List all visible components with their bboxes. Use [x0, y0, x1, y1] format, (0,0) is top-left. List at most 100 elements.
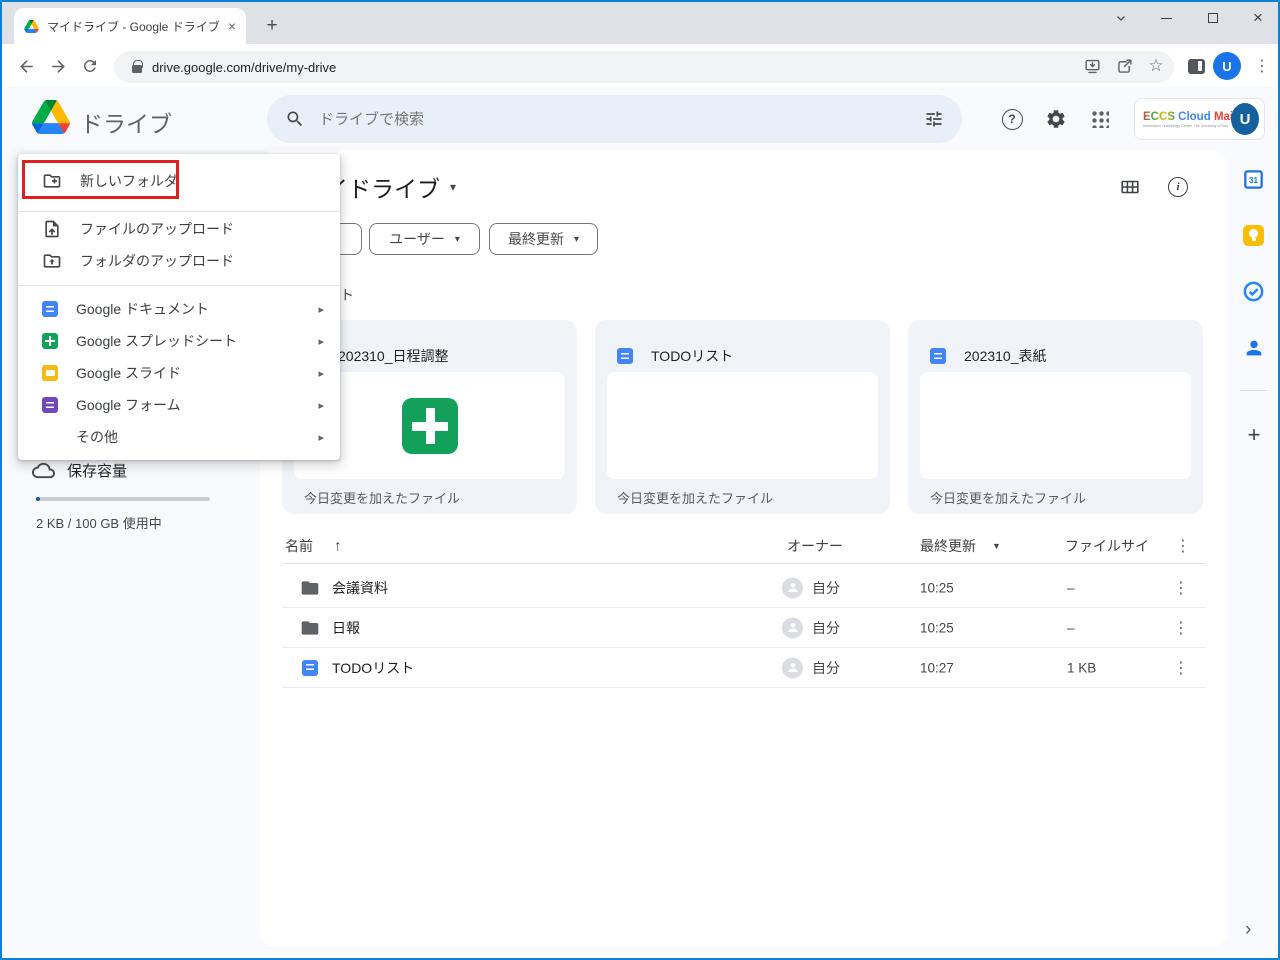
file-size: 1 KB [1067, 660, 1096, 675]
card-caption: 今日変更を加えたファイル [930, 488, 1086, 507]
rail-divider [1240, 390, 1267, 391]
menu-item-google-sheets[interactable]: Google スプレッドシート ▸ [18, 325, 340, 357]
url-text: drive.google.com/drive/my-drive [152, 60, 1162, 75]
file-upload-icon [42, 219, 62, 239]
browser-window: マイドライブ - Google ドライブ × + × drive.google.… [0, 0, 1280, 960]
filter-chip-people[interactable]: ユーザー▾ [369, 223, 480, 255]
card-preview [920, 372, 1191, 479]
file-name: 日報 [332, 618, 360, 638]
column-owner: オーナー [787, 536, 843, 556]
drive-search-bar[interactable] [267, 95, 962, 143]
browser-profile-avatar[interactable]: U [1213, 52, 1241, 80]
owner-name: 自分 [812, 658, 840, 678]
column-size: ファイルサイ [1065, 536, 1149, 556]
google-apps-grid-icon[interactable] [1086, 105, 1114, 133]
collapse-panel-chevron-icon[interactable]: › [1245, 919, 1251, 941]
drive-logo[interactable] [32, 100, 70, 134]
menu-item-file-upload[interactable]: ファイルのアップロード [18, 213, 340, 245]
card-caption: 今日変更を加えたファイル [617, 488, 773, 507]
back-button[interactable] [12, 52, 40, 80]
calendar-icon[interactable]: 31 [1242, 168, 1265, 191]
forward-button[interactable] [44, 52, 72, 80]
file-table-header: 名前 ↑ オーナー 最終更新 ▼ ファイルサイ ⋮ [282, 528, 1205, 564]
docs-file-icon [930, 348, 946, 364]
side-panel-icon[interactable] [1182, 52, 1210, 80]
owner-name: 自分 [812, 618, 840, 638]
account-badge-subtext: Information Technology Center, The Unive… [1143, 124, 1228, 128]
menu-item-google-forms[interactable]: Google フォーム ▸ [18, 389, 340, 421]
keep-icon[interactable] [1242, 224, 1265, 247]
file-card[interactable]: 202310_表紙 今日変更を加えたファイル [908, 320, 1203, 514]
account-avatar[interactable]: U [1231, 103, 1259, 135]
help-icon[interactable]: ? [998, 105, 1026, 133]
window-minimize-button[interactable] [1143, 2, 1189, 34]
tab-search-chevron-icon[interactable] [1098, 2, 1144, 34]
sort-descending-icon: ▼ [992, 541, 1001, 551]
modified-time: 10:25 [920, 580, 954, 595]
submenu-arrow-icon: ▸ [318, 367, 340, 380]
bookmark-star-icon[interactable]: ☆ [1142, 52, 1170, 80]
tab-close-icon[interactable]: × [228, 18, 236, 34]
card-preview [607, 372, 878, 479]
card-title: TODOリスト [651, 346, 733, 366]
card-title: 202310_日程調整 [338, 346, 449, 366]
file-size: – [1067, 580, 1075, 595]
browser-menu-icon[interactable]: ⋮ [1248, 52, 1276, 80]
row-more-icon[interactable]: ⋮ [1173, 618, 1189, 638]
account-badge[interactable]: ECCS Cloud Mail Information Technology C… [1134, 98, 1265, 140]
sort-ascending-icon[interactable]: ↑ [334, 537, 342, 554]
folder-icon [300, 578, 320, 598]
caret-down-icon: ▾ [455, 234, 460, 245]
folder-icon [300, 618, 320, 638]
storage-progress-bar [36, 497, 210, 501]
card-title: 202310_表紙 [964, 346, 1047, 366]
menu-item-more[interactable]: その他 ▸ [18, 421, 340, 453]
browser-tab-bar: マイドライブ - Google ドライブ × + × [2, 2, 1278, 44]
storage-usage-text: 2 KB / 100 GB 使用中 [36, 513, 162, 532]
file-card[interactable]: TODOリスト 今日変更を加えたファイル [595, 320, 890, 514]
table-row[interactable]: 日報 自分 10:25 – ⋮ [282, 608, 1205, 648]
table-row[interactable]: 会議資料 自分 10:25 – ⋮ [282, 568, 1205, 608]
row-more-icon[interactable]: ⋮ [1173, 658, 1189, 678]
grid-view-toggle[interactable] [1118, 175, 1142, 199]
submenu-arrow-icon: ▸ [318, 303, 340, 316]
tab-title: マイドライブ - Google ドライブ [47, 18, 220, 35]
column-modified[interactable]: 最終更新 [920, 536, 976, 556]
address-bar[interactable]: drive.google.com/drive/my-drive [114, 51, 1174, 83]
menu-item-google-docs[interactable]: Google ドキュメント ▸ [18, 293, 340, 325]
sidebar-item-storage[interactable]: 保存容量 [32, 459, 127, 482]
search-input[interactable] [319, 111, 910, 128]
contacts-icon[interactable] [1242, 336, 1265, 359]
lock-icon [132, 65, 142, 73]
reload-button[interactable] [76, 52, 104, 80]
menu-item-folder-upload[interactable]: フォルダのアップロード [18, 245, 340, 277]
caret-down-icon: ▾ [574, 234, 579, 245]
file-name: TODOリスト [332, 658, 414, 678]
search-icon [285, 109, 305, 129]
new-tab-button[interactable]: + [260, 14, 284, 38]
search-options-tune-icon[interactable] [924, 109, 944, 129]
table-row[interactable]: TODOリスト 自分 10:27 1 KB ⋮ [282, 648, 1205, 688]
details-info-icon[interactable]: i [1166, 175, 1190, 199]
folder-upload-icon [42, 251, 62, 271]
annotation-highlight [22, 160, 179, 199]
drive-app-name: ドライブ [80, 105, 172, 139]
get-add-ons-icon[interactable]: + [1242, 423, 1266, 447]
google-slides-icon [42, 365, 58, 381]
window-maximize-button[interactable] [1190, 2, 1236, 34]
table-more-icon[interactable]: ⋮ [1175, 536, 1191, 556]
filter-chip-modified[interactable]: 最終更新▾ [489, 223, 598, 255]
sheets-logo-icon [402, 398, 458, 454]
row-more-icon[interactable]: ⋮ [1173, 578, 1189, 598]
menu-item-google-slides[interactable]: Google スライド ▸ [18, 357, 340, 389]
google-sheets-icon [42, 333, 58, 349]
install-app-icon[interactable] [1078, 52, 1106, 80]
column-name[interactable]: 名前 [285, 536, 313, 556]
owner-name: 自分 [812, 578, 840, 598]
browser-tab[interactable]: マイドライブ - Google ドライブ × [14, 8, 246, 44]
share-icon[interactable] [1110, 52, 1138, 80]
window-close-button[interactable]: × [1235, 2, 1280, 34]
google-forms-icon [42, 397, 58, 413]
settings-gear-icon[interactable] [1042, 105, 1070, 133]
tasks-icon[interactable] [1242, 280, 1265, 303]
